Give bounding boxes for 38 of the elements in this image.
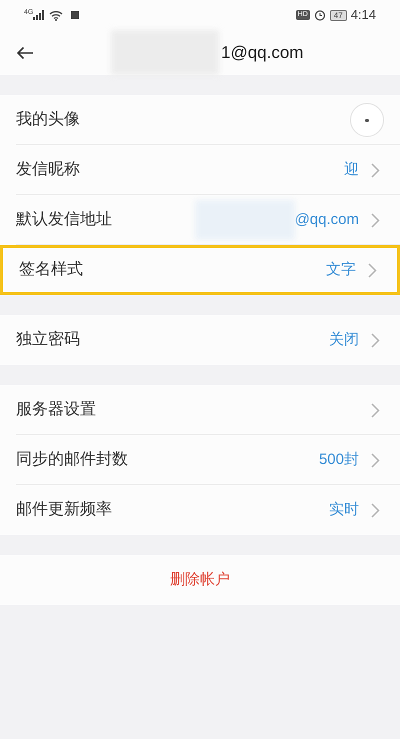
settings-row[interactable]: 签名样式 文字 (0, 245, 400, 295)
delete-account-button[interactable]: 删除帐户 (0, 555, 400, 605)
notification-icon (71, 11, 80, 19)
settings-row[interactable]: 邮件更新频率 实时 (0, 485, 400, 535)
row-value: 文字 (326, 260, 356, 280)
row-value: @qq.com (294, 210, 359, 230)
settings-row[interactable]: 我的头像 (0, 95, 400, 145)
chevron-right-icon (371, 332, 380, 348)
chevron-right-icon (371, 212, 380, 228)
row-label: 默认发信地址 (16, 210, 112, 230)
chevron-right-icon (368, 262, 377, 278)
settings-row[interactable]: 服务器设置 (0, 385, 400, 435)
chevron-right-icon (371, 452, 380, 468)
clock: 4:14 (350, 6, 376, 24)
back-arrow-icon[interactable] (16, 46, 34, 60)
settings-row[interactable]: 默认发信地址 @qq.com (0, 195, 400, 245)
alarm-icon (314, 9, 326, 21)
battery-icon: 47 (330, 10, 347, 20)
wifi-icon (49, 10, 64, 20)
row-value: 实时 (329, 500, 359, 520)
chevron-right-icon (371, 502, 380, 518)
settings-row[interactable]: 独立密码 关闭 (0, 315, 400, 365)
row-value: 关闭 (329, 330, 359, 350)
row-label: 签名样式 (19, 260, 83, 280)
row-label: 邮件更新频率 (16, 500, 112, 520)
signal-icon (33, 10, 46, 20)
window-title: 1@qq.com (221, 42, 304, 64)
chevron-right-icon (371, 402, 380, 418)
row-value: 500封 (318, 450, 359, 470)
row-label: 独立密码 (16, 330, 80, 350)
settings-row[interactable]: 同步的邮件封数 500封 (0, 435, 400, 485)
row-value: 迎 (344, 160, 359, 180)
row-label: 同步的邮件封数 (16, 450, 128, 470)
row-label: 服务器设置 (16, 400, 96, 420)
row-label: 发信昵称 (16, 160, 80, 180)
chevron-right-icon (371, 162, 380, 178)
settings-row[interactable]: 发信昵称 迎 (0, 145, 400, 195)
row-label: 我的头像 (16, 110, 80, 130)
